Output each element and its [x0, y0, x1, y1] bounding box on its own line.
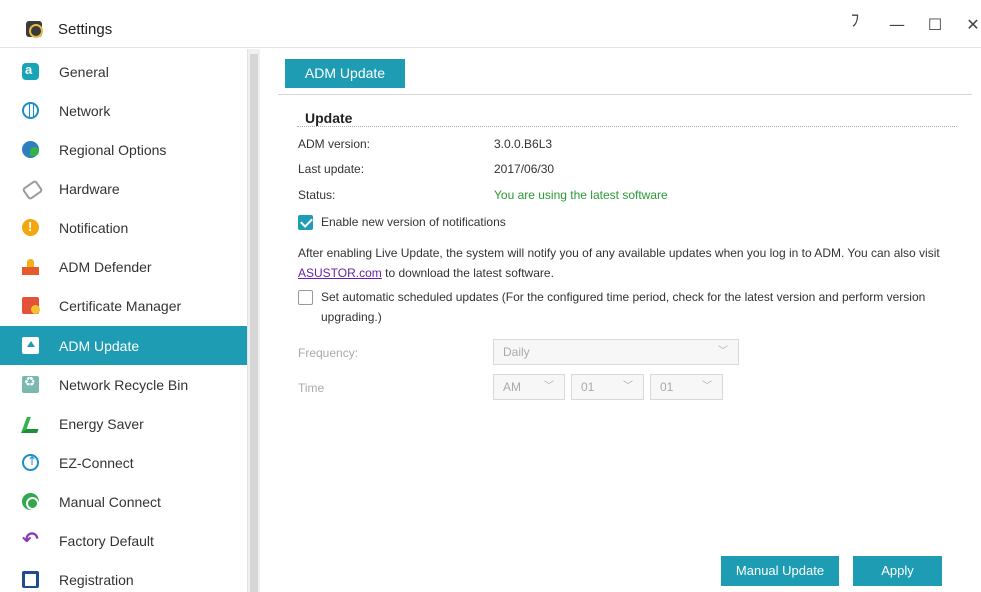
time-label: Time — [298, 381, 325, 395]
frequency-label: Frequency: — [298, 346, 359, 360]
network-recycle-bin-icon — [22, 375, 39, 393]
time-minute-select[interactable]: 01 ﹀ — [650, 374, 723, 400]
energy-saver-icon — [22, 415, 39, 432]
description-text-end: to download the latest software. — [381, 266, 554, 280]
sidebar-item-label: Manual Connect — [59, 493, 161, 510]
live-update-description: After enabling Live Update, the system w… — [298, 243, 966, 283]
certificate-manager-icon — [22, 297, 40, 314]
sidebar-item-general[interactable]: General — [0, 52, 247, 91]
manual-update-button[interactable]: Manual Update — [721, 556, 839, 586]
time-hour-value: 01 — [581, 380, 595, 394]
sidebar-item-label: Network Recycle Bin — [59, 376, 189, 393]
sidebar-item-label: Certificate Manager — [59, 297, 182, 314]
factory-default-icon — [22, 527, 39, 551]
adm-defender-icon — [22, 258, 39, 275]
sidebar-item-label: Regional Options — [59, 141, 167, 158]
sidebar-item-adm-defender[interactable]: ADM Defender — [0, 247, 247, 286]
section-divider — [297, 126, 957, 127]
adm-version-label: ADM version: — [298, 137, 371, 151]
apply-button[interactable]: Apply — [853, 556, 942, 586]
chevron-down-icon: ﹀ — [718, 346, 728, 357]
notification-icon — [22, 219, 39, 236]
sidebar-item-label: Energy Saver — [59, 415, 144, 432]
tab-divider — [278, 94, 972, 95]
minimize-button[interactable]: — — [882, 12, 912, 38]
registration-icon — [22, 571, 39, 588]
regional-options-icon — [22, 141, 39, 158]
sidebar-item-label: Network — [59, 102, 111, 119]
sidebar-item-ez-connect[interactable]: EZ-Connect — [0, 443, 247, 482]
sidebar-item-label: General — [59, 63, 109, 80]
sidebar-item-label: Hardware — [59, 180, 120, 197]
settings-app-icon — [26, 21, 43, 38]
sidebar-item-label: Factory Default — [59, 532, 154, 549]
frequency-value: Daily — [503, 345, 530, 359]
sidebar-item-notification[interactable]: Notification — [0, 208, 247, 247]
sidebar-item-registration[interactable]: Registration — [0, 560, 247, 592]
sidebar-item-certificate-manager[interactable]: Certificate Manager — [0, 286, 247, 325]
sidebar-scrollbar[interactable] — [247, 49, 260, 592]
sidebar-item-regional-options[interactable]: Regional Options — [0, 130, 247, 169]
sidebar-item-label: Registration — [59, 571, 134, 588]
sidebar-item-label: ADM Update — [59, 337, 140, 354]
frequency-select[interactable]: Daily ﹀ — [493, 339, 739, 365]
time-ampm-value: AM — [503, 380, 521, 394]
ez-connect-icon — [22, 454, 39, 471]
help-icon[interactable]: ﾌ — [840, 8, 870, 34]
sidebar-item-manual-connect[interactable]: Manual Connect — [0, 482, 247, 521]
title-bar: Settings ﾌ — ☐ ✕ — [0, 0, 981, 48]
close-button[interactable]: ✕ — [958, 12, 981, 38]
sidebar-item-label: EZ-Connect — [59, 454, 134, 471]
sidebar-item-label: ADM Defender — [59, 258, 152, 275]
last-update-label: Last update: — [298, 162, 365, 176]
adm-update-icon — [22, 337, 39, 354]
sidebar-item-adm-update[interactable]: ADM Update — [0, 326, 247, 365]
description-text: After enabling Live Update, the system w… — [298, 246, 940, 260]
general-icon — [22, 62, 39, 80]
time-ampm-select[interactable]: AM ﹀ — [493, 374, 565, 400]
sidebar-item-energy-saver[interactable]: Energy Saver — [0, 404, 247, 443]
chevron-down-icon: ﹀ — [544, 381, 554, 392]
asustor-link[interactable]: ASUSTOR.com — [298, 266, 382, 280]
sidebar-item-hardware[interactable]: Hardware — [0, 169, 247, 208]
chevron-down-icon: ﹀ — [623, 381, 633, 392]
section-title: Update — [305, 110, 353, 126]
chevron-down-icon: ﹀ — [702, 381, 712, 392]
enable-notifications-label[interactable]: Enable new version of notifications — [321, 212, 506, 232]
sidebar-item-factory-default[interactable]: Factory Default — [0, 521, 247, 560]
adm-version-value: 3.0.0.B6L3 — [494, 137, 553, 151]
maximize-button[interactable]: ☐ — [920, 12, 950, 38]
scheduled-updates-label[interactable]: Set automatic scheduled updates (For the… — [321, 287, 941, 327]
sidebar-item-label: Notification — [59, 219, 129, 236]
time-minute-value: 01 — [660, 380, 674, 394]
window-title: Settings — [58, 21, 113, 38]
last-update-value: 2017/06/30 — [494, 162, 555, 176]
status-value: You are using the latest software — [494, 188, 668, 202]
scheduled-updates-checkbox[interactable] — [298, 290, 313, 305]
settings-sidebar: General Network Regional Options Hardwar… — [0, 49, 247, 592]
time-hour-select[interactable]: 01 ﹀ — [571, 374, 644, 400]
tab-adm-update[interactable]: ADM Update — [285, 59, 405, 88]
status-label: Status: — [298, 188, 336, 202]
scrollbar-thumb[interactable] — [250, 54, 258, 592]
hardware-icon — [22, 180, 39, 197]
sidebar-item-network[interactable]: Network — [0, 91, 247, 130]
sidebar-item-network-recycle-bin[interactable]: Network Recycle Bin — [0, 365, 247, 404]
enable-notifications-checkbox[interactable] — [298, 215, 313, 230]
manual-connect-icon — [22, 493, 39, 510]
network-icon — [22, 102, 39, 119]
